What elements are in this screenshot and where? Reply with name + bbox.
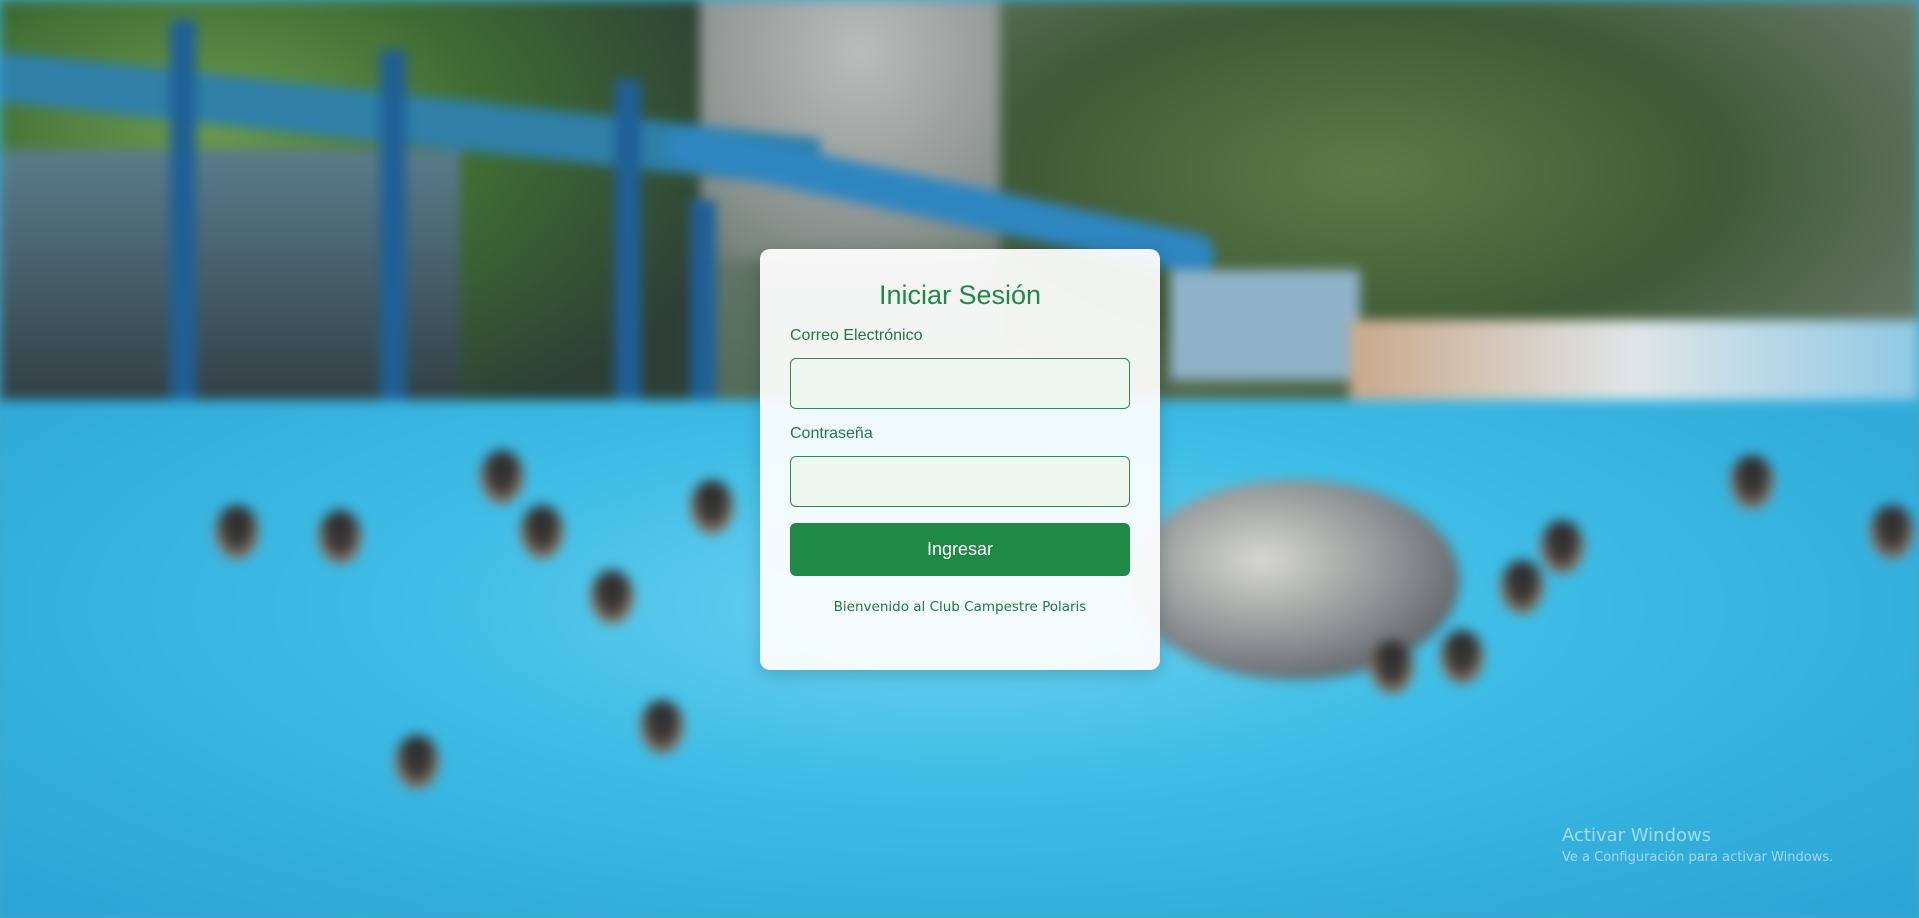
welcome-message: Bienvenido al Club Campestre Polaris [833,599,1087,615]
password-input[interactable] [790,456,1130,507]
email-label: Correo Electrónico [790,327,923,344]
password-label: Contraseña [790,425,873,442]
login-title: Iniciar Sesión [878,280,1042,310]
windows-activation-watermark: Activar Windows Ve a Configuración para … [1562,825,1833,867]
watermark-title: Activar Windows [1562,825,1712,846]
login-page: Iniciar Sesión Correo Electrónico Contra… [0,0,1919,918]
login-card: Iniciar Sesión Correo Electrónico Contra… [760,249,1160,670]
email-input[interactable] [790,358,1130,409]
login-submit-button[interactable]: Ingresar [790,523,1130,576]
watermark-subtitle: Ve a Configuración para activar Windows. [1562,850,1834,865]
